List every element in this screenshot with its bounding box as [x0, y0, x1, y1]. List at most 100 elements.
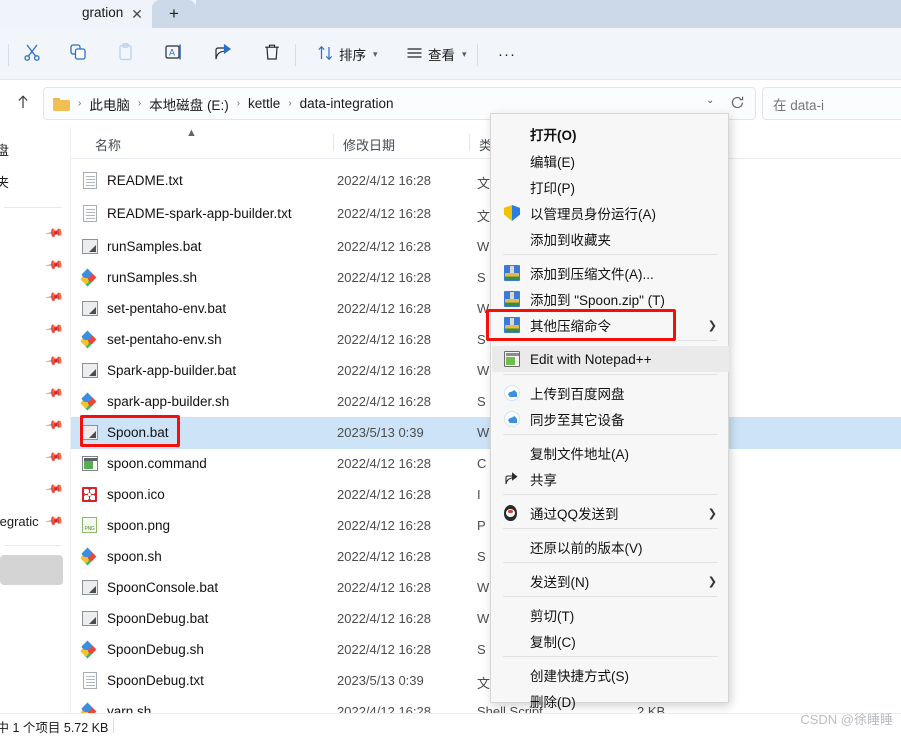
table-row[interactable]: spoon.png 2022/4/12 16:28 P: [71, 510, 901, 542]
table-row[interactable]: Spoon.bat 2023/5/13 0:39 W: [71, 417, 901, 449]
sh-file-icon: [82, 270, 98, 285]
menu-item-sync-other-devices[interactable]: 同步至其它设备: [492, 406, 729, 432]
sidebar-item-10[interactable]: l 📌: [0, 475, 68, 503]
table-row[interactable]: yarn.sh 2022/4/12 16:28 Shell Script 2 K…: [71, 696, 901, 713]
file-type: S: [477, 332, 486, 347]
menu-item-other-archive-commands[interactable]: 其他压缩命令 ❯: [492, 312, 729, 338]
sidebar-item-11[interactable]: tegratic 📌: [0, 507, 68, 535]
rename-button[interactable]: A: [158, 38, 190, 70]
sidebar-item-3[interactable]: 📌: [0, 251, 68, 279]
menu-item-delete[interactable]: 删除(D): [492, 688, 729, 714]
menu-item-print[interactable]: 打印(P): [492, 174, 729, 200]
refresh-icon[interactable]: [730, 95, 745, 114]
menu-item-add-to-spoon-zip[interactable]: 添加到 "Spoon.zip" (T): [492, 286, 729, 312]
sidebar-item-2[interactable]: 📌: [0, 219, 68, 247]
table-row[interactable]: SpoonDebug.bat 2022/4/12 16:28 W: [71, 603, 901, 635]
menu-item-edit[interactable]: 编辑(E): [492, 148, 729, 174]
share-icon: [213, 42, 235, 67]
sidebar-item-4[interactable]: 📌: [0, 283, 68, 311]
view-button[interactable]: 查看 ▾: [397, 38, 476, 70]
breadcrumb-item-1[interactable]: 本地磁盘 (E:): [145, 92, 233, 116]
table-row[interactable]: runSamples.sh 2022/4/12 16:28 S: [71, 262, 901, 294]
sidebar-item-8[interactable]: 📌: [0, 411, 68, 439]
sort-button[interactable]: 排序 ▾: [308, 38, 387, 70]
close-icon[interactable]: ✕: [126, 3, 148, 25]
pin-icon: 📌: [44, 286, 65, 308]
pin-icon: 📌: [44, 446, 65, 468]
table-row[interactable]: SpoonDebug.txt 2023/5/13 0:39 文: [71, 665, 901, 697]
table-row[interactable]: README-spark-app-builder.txt 2022/4/12 1…: [71, 198, 901, 230]
table-row[interactable]: README.txt 2022/4/12 16:28 文: [71, 165, 901, 197]
menu-item-send-to[interactable]: 发送到(N) ❯: [492, 568, 729, 594]
chevron-down-icon[interactable]: ⌄: [706, 95, 714, 106]
sidebar-item-selected[interactable]: [0, 555, 63, 585]
file-date: 2023/5/13 0:39: [337, 673, 424, 688]
ico-file-icon: [82, 487, 97, 502]
winrar-icon: [504, 317, 520, 333]
menu-item-add-to-favorites[interactable]: 添加到收藏夹: [492, 226, 729, 252]
file-date: 2022/4/12 16:28: [337, 301, 431, 316]
menu-item-upload-baidu-netdisk[interactable]: 上传到百度网盘: [492, 380, 729, 406]
menu-item-send-via-qq[interactable]: 通过QQ发送到 ❯: [492, 500, 729, 526]
sidebar-item-5[interactable]: 📌: [0, 315, 68, 343]
column-divider[interactable]: [469, 134, 470, 151]
search-placeholder: 在 data-i: [773, 97, 825, 113]
file-name: runSamples.sh: [107, 270, 198, 285]
pin-icon: 📌: [44, 318, 65, 340]
column-divider[interactable]: [333, 134, 334, 151]
file-date: 2022/4/12 16:28: [337, 611, 431, 626]
table-row[interactable]: spoon.sh 2022/4/12 16:28 S: [71, 541, 901, 573]
up-one-level-button[interactable]: [8, 89, 38, 119]
table-row[interactable]: spark-app-builder.sh 2022/4/12 16:28 S: [71, 386, 901, 418]
menu-item-copy-file-path[interactable]: 复制文件地址(A): [492, 440, 729, 466]
breadcrumb-item-2[interactable]: kettle: [244, 94, 284, 113]
cut-button[interactable]: [16, 38, 48, 70]
menu-item-copy[interactable]: 复制(C): [492, 628, 729, 654]
sidebar-item-9[interactable]: 📌: [0, 443, 68, 471]
txt-file-icon: [83, 672, 97, 689]
delete-button[interactable]: [256, 38, 288, 70]
file-date: 2022/4/12 16:28: [337, 487, 431, 502]
column-header-name[interactable]: 名称: [95, 135, 121, 154]
breadcrumb-item-3[interactable]: data-integration: [296, 94, 398, 113]
sidebar-item-1[interactable]: 夹: [0, 167, 68, 195]
table-row[interactable]: set-pentaho-env.bat 2022/4/12 16:28 W: [71, 293, 901, 325]
table-row[interactable]: set-pentaho-env.sh 2022/4/12 16:28 S: [71, 324, 901, 356]
table-row[interactable]: Spark-app-builder.bat 2022/4/12 16:28 W: [71, 355, 901, 387]
file-name: Spark-app-builder.bat: [107, 363, 237, 378]
menu-item-label: 创建快捷方式(S): [530, 669, 629, 684]
table-row[interactable]: spoon.command 2022/4/12 16:28 C: [71, 448, 901, 480]
bat-file-icon: [82, 580, 98, 595]
file-name: README-spark-app-builder.txt: [107, 206, 292, 221]
sidebar-item-0[interactable]: 盘: [0, 135, 68, 163]
share-icon: [504, 471, 520, 487]
share-button[interactable]: [208, 38, 240, 70]
menu-item-cut[interactable]: 剪切(T): [492, 602, 729, 628]
menu-item-open[interactable]: 打开(O): [492, 121, 729, 147]
menu-item-share[interactable]: 共享: [492, 466, 729, 492]
copy-button[interactable]: [62, 38, 94, 70]
sidebar-item-6[interactable]: 📌: [0, 347, 68, 375]
shield-icon: [504, 205, 520, 221]
menu-item-restore-previous-versions[interactable]: 还原以前的版本(V): [492, 534, 729, 560]
menu-item-run-as-admin[interactable]: 以管理员身份运行(A): [492, 200, 729, 226]
breadcrumb-item-0[interactable]: 此电脑: [85, 92, 134, 116]
plus-icon[interactable]: +: [152, 0, 196, 28]
table-row[interactable]: runSamples.bat 2022/4/12 16:28 W: [71, 231, 901, 263]
menu-item-label: 打印(P): [530, 181, 575, 196]
file-date: 2022/4/12 16:28: [337, 642, 431, 657]
paste-button[interactable]: [110, 38, 142, 70]
menu-item-add-to-archive[interactable]: 添加到压缩文件(A)...: [492, 260, 729, 286]
table-row[interactable]: SpoonConsole.bat 2022/4/12 16:28 W: [71, 572, 901, 604]
arrow-up-icon: [15, 94, 31, 115]
menu-item-create-shortcut[interactable]: 创建快捷方式(S): [492, 662, 729, 688]
bat-file-icon: [82, 301, 98, 316]
sidebar-item-7[interactable]: 📌: [0, 379, 68, 407]
table-row[interactable]: SpoonDebug.sh 2022/4/12 16:28 S: [71, 634, 901, 666]
menu-item-edit-with-notepadpp[interactable]: Edit with Notepad++: [492, 346, 729, 372]
table-row[interactable]: spoon.ico 2022/4/12 16:28 I: [71, 479, 901, 511]
column-header-date[interactable]: 修改日期: [343, 135, 395, 154]
search-input[interactable]: 在 data-i: [762, 87, 901, 120]
more-options-button[interactable]: ···: [489, 38, 525, 70]
sort-ascending-icon: ▲: [186, 127, 197, 139]
